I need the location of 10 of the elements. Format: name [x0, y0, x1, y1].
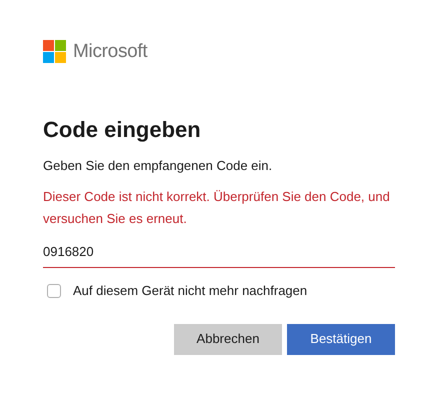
- brand-name: Microsoft: [73, 42, 148, 61]
- error-message: Dieser Code ist nicht korrekt. Überprüfen Sie den Code, und versuchen Sie es erneut.: [43, 188, 391, 228]
- checkbox-label: Auf diesem Gerät nicht mehr nachfragen: [73, 282, 308, 300]
- logo-icon: [43, 40, 66, 63]
- page-title: Code eingeben: [43, 116, 202, 144]
- cancel-button[interactable]: Abbrechen: [174, 324, 282, 354]
- code-input-field[interactable]: 0916820: [43, 236, 395, 268]
- checkbox[interactable]: [47, 284, 61, 298]
- description-text: Geben Sie den empfangenen Code ein.: [43, 157, 274, 175]
- confirm-button[interactable]: Bestätigen: [287, 324, 395, 354]
